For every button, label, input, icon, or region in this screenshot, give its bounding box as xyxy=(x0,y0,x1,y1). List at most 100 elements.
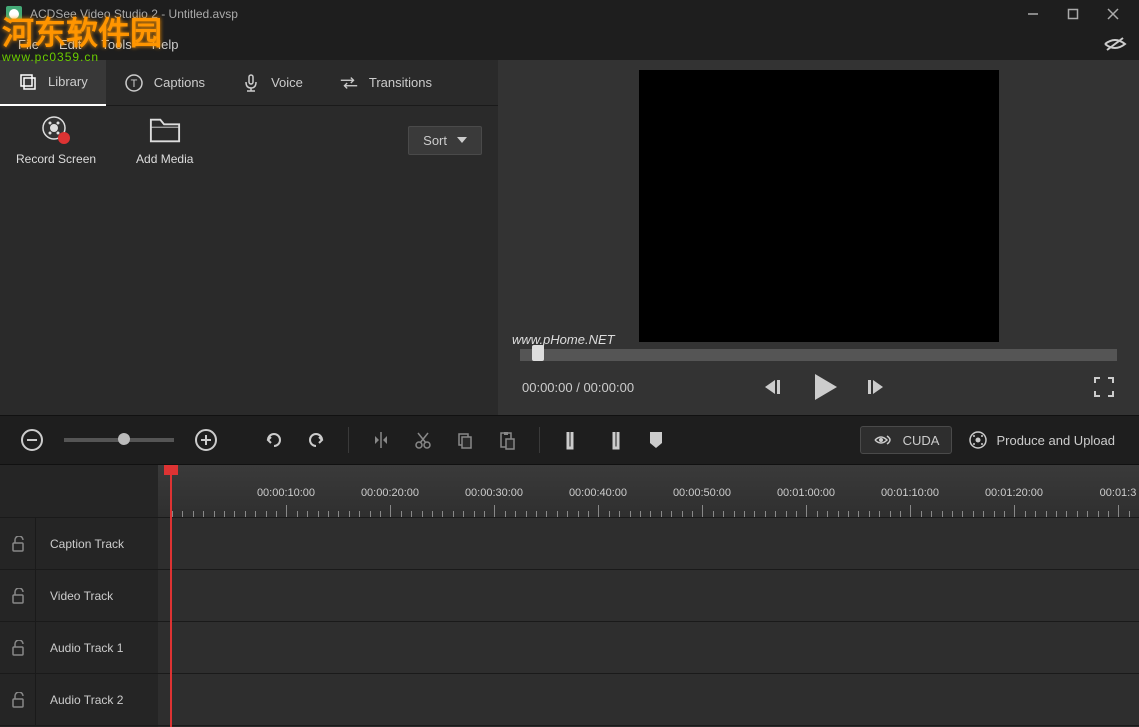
record-screen-icon xyxy=(40,114,72,146)
cuda-button[interactable]: CUDA xyxy=(860,426,953,454)
preview-mode-icon[interactable] xyxy=(1099,32,1131,56)
tick-label: 00:00:40:00 xyxy=(569,487,627,499)
maximize-button[interactable] xyxy=(1053,0,1093,28)
preview-panel: www.pHome.NET 00:00:00 / 00:00:00 xyxy=(498,60,1139,415)
mark-out-button[interactable] xyxy=(596,422,632,458)
mark-in-button[interactable] xyxy=(554,422,590,458)
track-name: Audio Track 2 xyxy=(36,693,123,707)
tick-label: 00:01:10:00 xyxy=(881,487,939,499)
paste-button[interactable] xyxy=(489,422,525,458)
cut-button[interactable] xyxy=(405,422,441,458)
track-lane-video[interactable] xyxy=(158,570,1139,622)
panel-tabs: Library T Captions Voice Transitions xyxy=(0,60,498,106)
undo-button[interactable] xyxy=(256,422,292,458)
copy-button[interactable] xyxy=(447,422,483,458)
tab-voice[interactable]: Voice xyxy=(223,60,321,106)
tab-library[interactable]: Library xyxy=(0,60,106,106)
tick-label: 00:00:50:00 xyxy=(673,487,731,499)
menu-tools[interactable]: Tools xyxy=(91,33,141,56)
transitions-icon xyxy=(339,73,359,93)
tab-transitions[interactable]: Transitions xyxy=(321,60,450,106)
menu-help[interactable]: Help xyxy=(142,33,189,56)
tab-captions[interactable]: T Captions xyxy=(106,60,223,106)
track-header-audio1[interactable]: Audio Track 1 xyxy=(0,622,158,674)
track-lane-caption[interactable] xyxy=(158,518,1139,570)
produce-upload-button[interactable]: Produce and Upload xyxy=(958,425,1125,455)
sort-label: Sort xyxy=(423,133,447,148)
timeline-ruler[interactable]: 00:00:10:00 00:00:20:00 00:00:30:00 00:00:4… xyxy=(158,465,1139,518)
titlebar: ACDSee Video Studio 2 - Untitled.avsp xyxy=(0,0,1139,28)
tick-label: 00:01:3 xyxy=(1100,487,1137,499)
minimize-button[interactable] xyxy=(1013,0,1053,28)
zoom-in-button[interactable] xyxy=(188,422,224,458)
library-icon xyxy=(18,72,38,92)
add-media-icon xyxy=(149,114,181,146)
track-name: Caption Track xyxy=(36,537,124,551)
marker-button[interactable] xyxy=(638,422,674,458)
produce-icon xyxy=(968,430,988,450)
menu-edit[interactable]: Edit xyxy=(49,33,91,56)
tick-label: 00:01:00:00 xyxy=(777,487,835,499)
track-header-video[interactable]: Video Track xyxy=(0,570,158,622)
timeline: Caption Track Video Track Audio Track 1 … xyxy=(0,465,1139,727)
sort-dropdown[interactable]: Sort xyxy=(408,126,482,155)
ruler-header-spacer xyxy=(0,465,158,518)
track-headers: Caption Track Video Track Audio Track 1 … xyxy=(0,465,158,727)
track-name: Video Track xyxy=(36,589,113,603)
lock-icon[interactable] xyxy=(0,622,36,673)
voice-icon xyxy=(241,73,261,93)
library-toolbar: Record Screen Add Media Sort xyxy=(0,106,498,174)
playback-controls: 00:00:00 / 00:00:00 xyxy=(504,365,1133,409)
chevron-down-icon xyxy=(457,137,467,143)
tab-captions-label: Captions xyxy=(154,75,205,90)
tab-library-label: Library xyxy=(48,74,88,89)
produce-label: Produce and Upload xyxy=(996,433,1115,448)
prev-frame-button[interactable] xyxy=(761,375,785,399)
zoom-slider[interactable] xyxy=(64,438,174,442)
record-screen-button[interactable]: Record Screen xyxy=(16,114,96,166)
preview-video[interactable] xyxy=(639,70,999,342)
tick-label: 00:00:30:00 xyxy=(465,487,523,499)
redo-button[interactable] xyxy=(298,422,334,458)
menubar: File Edit Tools Help xyxy=(0,28,1139,60)
window-title: ACDSee Video Studio 2 - Untitled.avsp xyxy=(30,7,1013,21)
tick-label: 00:01:20:00 xyxy=(985,487,1043,499)
captions-icon: T xyxy=(124,73,144,93)
scrub-handle[interactable] xyxy=(532,345,544,361)
track-name: Audio Track 1 xyxy=(36,641,123,655)
track-lane-audio2[interactable] xyxy=(158,674,1139,726)
tab-voice-label: Voice xyxy=(271,75,303,90)
add-media-label: Add Media xyxy=(136,152,193,166)
tick-label: 00:00:20:00 xyxy=(361,487,419,499)
scrub-bar[interactable] xyxy=(520,349,1117,361)
main-area: Library T Captions Voice Transitions xyxy=(0,60,1139,415)
track-header-audio2[interactable]: Audio Track 2 xyxy=(0,674,158,726)
lock-icon[interactable] xyxy=(0,674,36,725)
svg-text:T: T xyxy=(130,78,137,90)
preview-area: www.pHome.NET xyxy=(504,66,1133,345)
zoom-out-button[interactable] xyxy=(14,422,50,458)
add-media-button[interactable]: Add Media xyxy=(136,114,193,166)
close-button[interactable] xyxy=(1093,0,1133,28)
fullscreen-button[interactable] xyxy=(1093,376,1115,398)
tab-transitions-label: Transitions xyxy=(369,75,432,90)
app-icon xyxy=(6,6,22,22)
timeline-body[interactable]: 00:00:10:00 00:00:20:00 00:00:30:00 00:00:4… xyxy=(158,465,1139,727)
play-button[interactable] xyxy=(807,370,841,404)
menu-file[interactable]: File xyxy=(8,33,49,56)
library-content-area[interactable] xyxy=(0,174,498,412)
record-screen-label: Record Screen xyxy=(16,152,96,166)
next-frame-button[interactable] xyxy=(863,375,887,399)
lock-icon[interactable] xyxy=(0,570,36,621)
playhead[interactable] xyxy=(170,465,172,727)
tick-label: 00:00:10:00 xyxy=(257,487,315,499)
lock-icon[interactable] xyxy=(0,518,36,569)
timeline-toolbar: CUDA Produce and Upload xyxy=(0,415,1139,465)
track-header-caption[interactable]: Caption Track xyxy=(0,518,158,570)
left-panel: Library T Captions Voice Transitions xyxy=(0,60,498,415)
zoom-handle[interactable] xyxy=(118,433,130,445)
nvidia-icon xyxy=(873,432,895,448)
track-lane-audio1[interactable] xyxy=(158,622,1139,674)
cuda-label: CUDA xyxy=(903,433,940,448)
split-button[interactable] xyxy=(363,422,399,458)
